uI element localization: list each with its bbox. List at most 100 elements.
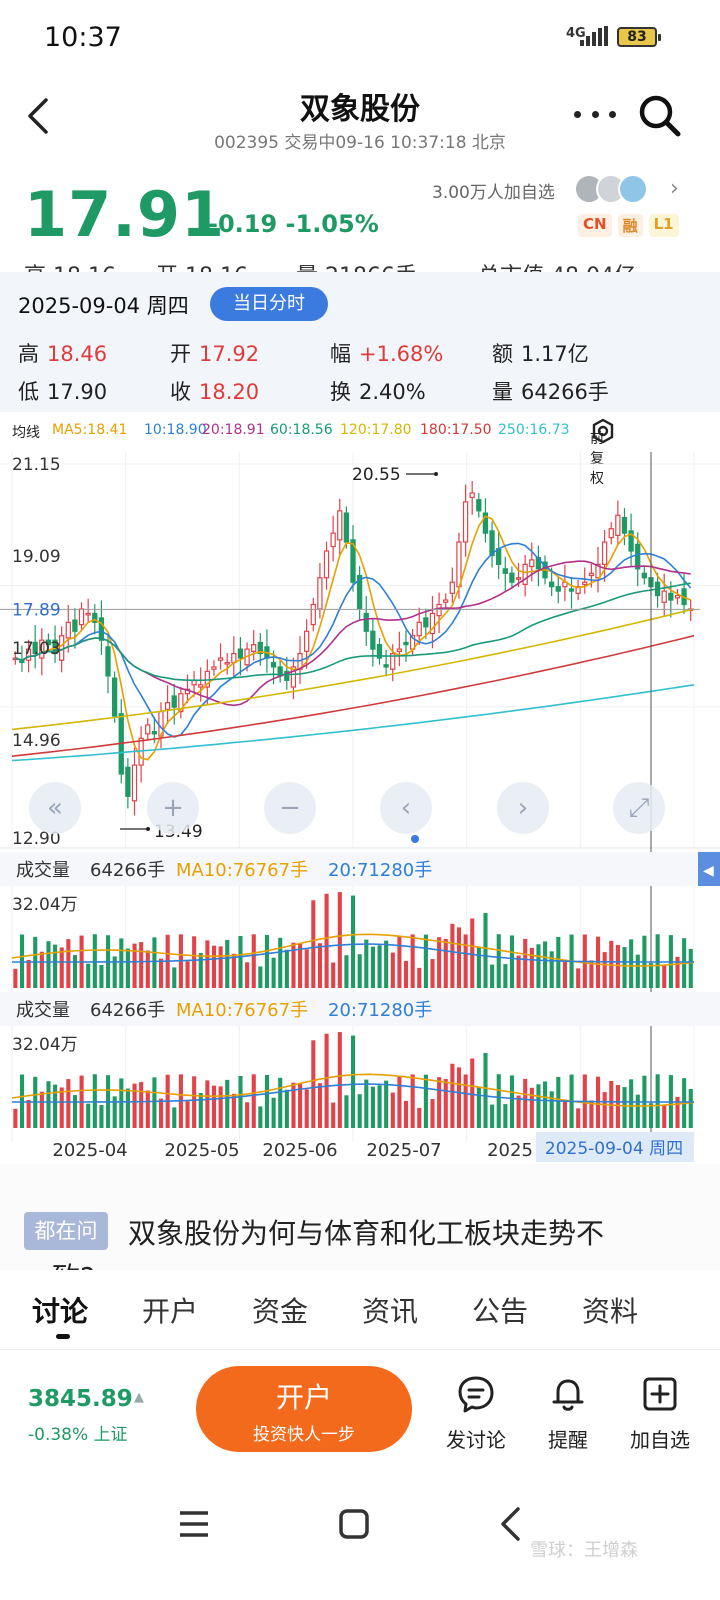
volume-bar	[556, 1076, 561, 1128]
volume-bar	[509, 935, 515, 988]
question-text[interactable]: 双象股份为何与体育和化工板块走势不	[128, 1214, 688, 1254]
volume-bar	[304, 949, 309, 988]
volume-bar	[516, 1095, 521, 1128]
follower-avatars[interactable]	[574, 174, 648, 204]
volume-bar	[125, 948, 130, 988]
margin-badge[interactable]: 融	[617, 214, 643, 237]
volume-bar	[635, 954, 640, 988]
candle-body	[131, 764, 138, 802]
question-text-continued[interactable]: 一致?	[24, 1256, 95, 1270]
x-tick-label: 2025-06	[262, 1140, 337, 1161]
candle-body	[502, 568, 508, 574]
index-value[interactable]: 3845.89	[28, 1386, 133, 1412]
tab-funds[interactable]: 资金	[252, 1290, 308, 1330]
menu-icon[interactable]	[178, 1510, 210, 1538]
x-tick-label: 2025	[487, 1140, 533, 1161]
back-nav-icon[interactable]	[498, 1506, 522, 1542]
volume-bar	[284, 1089, 289, 1128]
candle-body	[145, 724, 151, 735]
add-watchlist-button[interactable]: 加自选	[620, 1374, 700, 1453]
volume-legend-text: MA10:76767手	[176, 860, 308, 881]
alert-button[interactable]: 提醒	[528, 1374, 608, 1453]
tab-open-account[interactable]: 开户	[142, 1290, 198, 1330]
candle-body	[509, 572, 515, 583]
zoom-in-icon[interactable]: +	[147, 782, 199, 834]
stat-close: 收 18.20	[170, 380, 260, 404]
chart-canvas[interactable]: 21.1519.0917.8917.0314.9612.9020.5513.49…	[0, 452, 720, 1164]
candle-body	[548, 581, 555, 588]
content-tabs: 讨论 开户 资金 资讯 公告 资料	[0, 1270, 720, 1350]
ma60-value: 60:18.56	[270, 422, 333, 438]
pan-right-icon[interactable]: ›	[497, 782, 549, 834]
volume-bar	[384, 940, 389, 988]
volume-bar	[211, 945, 217, 988]
post-discussion-button[interactable]: 发讨论	[436, 1374, 516, 1453]
volume-bar	[139, 942, 144, 988]
candle-body	[310, 603, 316, 626]
zoom-out-icon[interactable]: −	[264, 782, 316, 834]
candle-body	[423, 617, 429, 628]
volume-bar	[271, 1097, 276, 1128]
volume-bar	[284, 949, 289, 988]
y-tick-label: 17.89	[12, 600, 61, 620]
volume-bar	[251, 934, 256, 988]
l1-badge[interactable]: L1	[648, 214, 679, 237]
volume-legend-text: 64266手	[90, 1000, 165, 1021]
volume-bar	[185, 961, 190, 988]
volume-bar	[483, 913, 488, 988]
kline-chart[interactable]: 21.1519.0917.8917.0314.9612.9020.5513.49…	[0, 452, 720, 1164]
candle-body	[363, 612, 369, 632]
candle-body	[601, 541, 608, 565]
adjust-toggle[interactable]: 前复权	[590, 418, 616, 487]
volume-bar	[370, 1086, 375, 1128]
index-change[interactable]: -0.38% 上证	[28, 1420, 128, 1445]
volume-bar	[529, 1087, 534, 1128]
more-button[interactable]	[574, 106, 616, 122]
volume-bar	[410, 1074, 415, 1128]
ma-legend: 均线 MA5:18.41 10:18.90 20:18.91 60:18.56 …	[0, 412, 720, 487]
volume-legend-text: 成交量	[16, 1000, 70, 1021]
tab-announcements[interactable]: 公告	[472, 1290, 528, 1330]
rewind-icon[interactable]: «	[29, 782, 81, 834]
tab-profile[interactable]: 资料	[582, 1290, 638, 1330]
pan-left-icon[interactable]: ‹	[380, 782, 432, 834]
ma20-value: 20:18.91	[202, 422, 265, 438]
volume-bar	[450, 923, 455, 988]
volume-bar	[503, 1104, 508, 1128]
volume-bar	[390, 1092, 395, 1128]
cn-badge[interactable]: CN	[578, 214, 612, 237]
price-change: -0.19 -1.05%	[208, 210, 379, 238]
partial-stat: 高 18.16	[24, 258, 116, 272]
volume-bar	[264, 934, 270, 988]
control-glyph: ⤢	[629, 793, 650, 823]
chat-icon	[458, 1376, 494, 1413]
tab-discussion[interactable]: 讨论	[32, 1290, 88, 1330]
candle-body	[456, 541, 462, 588]
fullscreen-icon[interactable]: ⤢	[613, 782, 665, 834]
partial-stats-row: 高 18.16 开 18.16 量 21866手 总市值 48.04亿	[0, 256, 720, 272]
volume-bar	[476, 947, 481, 988]
volume-bar	[576, 968, 581, 988]
tab-indicator	[56, 1334, 70, 1339]
volume-bar	[317, 1083, 323, 1128]
question-card[interactable]: 都在问 双象股份为何与体育和化工板块走势不 一致?	[0, 1164, 720, 1270]
volume-bar	[589, 960, 594, 988]
followers-count[interactable]: 3.00万人加自选	[432, 178, 555, 203]
intraday-button[interactable]: 当日分时	[210, 287, 328, 321]
volume-bar	[688, 1088, 693, 1128]
tab-news[interactable]: 资讯	[362, 1290, 418, 1330]
candle-body	[674, 594, 681, 599]
open-account-button[interactable]: 开户 投资快人一步	[196, 1366, 412, 1452]
candle-body	[198, 684, 204, 688]
volume-bar	[66, 1079, 71, 1128]
volume-bar	[152, 1077, 157, 1128]
volume-bar	[46, 1081, 51, 1128]
volume-legend-text: 20:71280手	[328, 860, 432, 881]
volume-bar	[470, 918, 475, 988]
search-icon[interactable]	[636, 92, 684, 140]
chevron-right-icon[interactable]: ›	[670, 176, 679, 201]
volume-bar	[688, 948, 693, 988]
home-icon[interactable]	[338, 1508, 370, 1540]
volume-bar	[615, 944, 620, 988]
volume-bar	[523, 938, 528, 988]
